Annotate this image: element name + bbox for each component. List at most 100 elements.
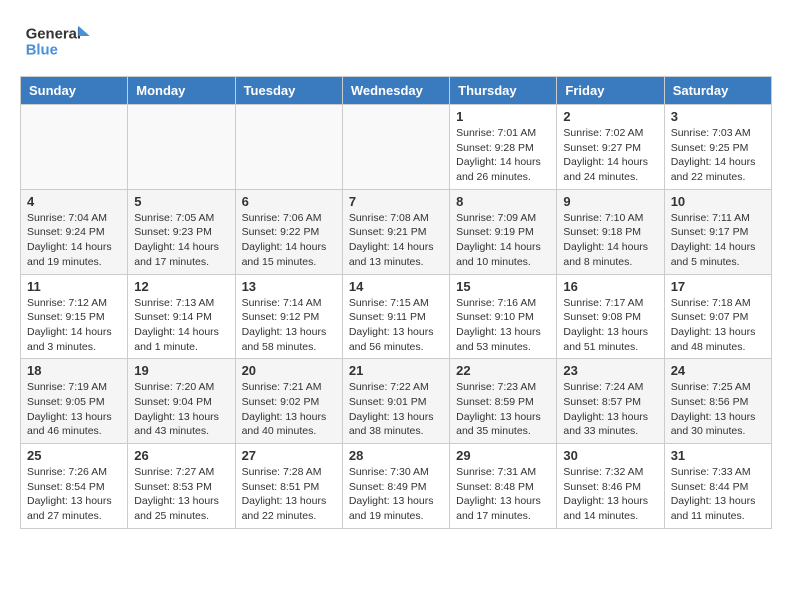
logo-icon: GeneralBlue: [20, 20, 100, 60]
day-number: 21: [349, 363, 443, 378]
day-info: Sunrise: 7:26 AM Sunset: 8:54 PM Dayligh…: [27, 465, 121, 524]
day-info: Sunrise: 7:16 AM Sunset: 9:10 PM Dayligh…: [456, 296, 550, 355]
day-info: Sunrise: 7:17 AM Sunset: 9:08 PM Dayligh…: [563, 296, 657, 355]
day-number: 3: [671, 109, 765, 124]
day-info: Sunrise: 7:21 AM Sunset: 9:02 PM Dayligh…: [242, 380, 336, 439]
calendar-cell: 13 Sunrise: 7:14 AM Sunset: 9:12 PM Dayli…: [235, 274, 342, 359]
weekday-header-thursday: Thursday: [450, 77, 557, 105]
calendar-cell: 24 Sunrise: 7:25 AM Sunset: 8:56 PM Dayli…: [664, 359, 771, 444]
calendar-cell: 11Sunrise: 7:12 AM Sunset: 9:15 PM Dayli…: [21, 274, 128, 359]
day-number: 28: [349, 448, 443, 463]
day-number: 25: [27, 448, 121, 463]
calendar-week-2: 4 Sunrise: 7:04 AM Sunset: 9:24 PM Daylig…: [21, 189, 772, 274]
calendar-cell: 2 Sunrise: 7:02 AM Sunset: 9:27 PM Daylig…: [557, 105, 664, 190]
day-info: Sunrise: 7:20 AM Sunset: 9:04 PM Dayligh…: [134, 380, 228, 439]
day-info: Sunrise: 7:33 AM Sunset: 8:44 PM Dayligh…: [671, 465, 765, 524]
day-number: 13: [242, 279, 336, 294]
day-info: Sunrise: 7:01 AM Sunset: 9:28 PM Dayligh…: [456, 126, 550, 185]
day-number: 17: [671, 279, 765, 294]
calendar-week-3: 11Sunrise: 7:12 AM Sunset: 9:15 PM Dayli…: [21, 274, 772, 359]
day-info: Sunrise: 7:25 AM Sunset: 8:56 PM Dayligh…: [671, 380, 765, 439]
day-info: Sunrise: 7:13 AM Sunset: 9:14 PM Dayligh…: [134, 296, 228, 355]
day-number: 7: [349, 194, 443, 209]
calendar-cell: [235, 105, 342, 190]
calendar-cell: 5Sunrise: 7:05 AM Sunset: 9:23 PM Daylig…: [128, 189, 235, 274]
day-info: Sunrise: 7:30 AM Sunset: 8:49 PM Dayligh…: [349, 465, 443, 524]
calendar-cell: [21, 105, 128, 190]
calendar-cell: 12Sunrise: 7:13 AM Sunset: 9:14 PM Dayli…: [128, 274, 235, 359]
weekday-header-friday: Friday: [557, 77, 664, 105]
day-info: Sunrise: 7:09 AM Sunset: 9:19 PM Dayligh…: [456, 211, 550, 270]
day-info: Sunrise: 7:08 AM Sunset: 9:21 PM Dayligh…: [349, 211, 443, 270]
day-info: Sunrise: 7:14 AM Sunset: 9:12 PM Dayligh…: [242, 296, 336, 355]
day-number: 1: [456, 109, 550, 124]
calendar-cell: 4 Sunrise: 7:04 AM Sunset: 9:24 PM Daylig…: [21, 189, 128, 274]
calendar-cell: 19 Sunrise: 7:20 AM Sunset: 9:04 PM Dayli…: [128, 359, 235, 444]
calendar-week-4: 18 Sunrise: 7:19 AM Sunset: 9:05 PM Dayli…: [21, 359, 772, 444]
day-info: Sunrise: 7:19 AM Sunset: 9:05 PM Dayligh…: [27, 380, 121, 439]
calendar-cell: [342, 105, 449, 190]
calendar-cell: 15 Sunrise: 7:16 AM Sunset: 9:10 PM Dayli…: [450, 274, 557, 359]
calendar-table: SundayMondayTuesdayWednesdayThursdayFrid…: [20, 76, 772, 529]
logo: GeneralBlue: [20, 20, 100, 60]
day-info: Sunrise: 7:24 AM Sunset: 8:57 PM Dayligh…: [563, 380, 657, 439]
day-number: 11: [27, 279, 121, 294]
calendar-cell: 20 Sunrise: 7:21 AM Sunset: 9:02 PM Dayli…: [235, 359, 342, 444]
weekday-header-tuesday: Tuesday: [235, 77, 342, 105]
calendar-cell: 21 Sunrise: 7:22 AM Sunset: 9:01 PM Dayli…: [342, 359, 449, 444]
day-number: 14: [349, 279, 443, 294]
page-header: GeneralBlue: [20, 20, 772, 60]
calendar-cell: 30Sunrise: 7:32 AM Sunset: 8:46 PM Dayli…: [557, 444, 664, 529]
day-info: Sunrise: 7:11 AM Sunset: 9:17 PM Dayligh…: [671, 211, 765, 270]
day-number: 10: [671, 194, 765, 209]
svg-text:Blue: Blue: [26, 42, 58, 58]
calendar-cell: 8 Sunrise: 7:09 AM Sunset: 9:19 PM Daylig…: [450, 189, 557, 274]
calendar-cell: 17 Sunrise: 7:18 AM Sunset: 9:07 PM Dayli…: [664, 274, 771, 359]
calendar-cell: [128, 105, 235, 190]
day-number: 18: [27, 363, 121, 378]
day-number: 2: [563, 109, 657, 124]
weekday-header-wednesday: Wednesday: [342, 77, 449, 105]
weekday-header-row: SundayMondayTuesdayWednesdayThursdayFrid…: [21, 77, 772, 105]
day-info: Sunrise: 7:02 AM Sunset: 9:27 PM Dayligh…: [563, 126, 657, 185]
day-info: Sunrise: 7:10 AM Sunset: 9:18 PM Dayligh…: [563, 211, 657, 270]
calendar-cell: 25 Sunrise: 7:26 AM Sunset: 8:54 PM Dayli…: [21, 444, 128, 529]
calendar-cell: 22 Sunrise: 7:23 AM Sunset: 8:59 PM Dayli…: [450, 359, 557, 444]
day-info: Sunrise: 7:18 AM Sunset: 9:07 PM Dayligh…: [671, 296, 765, 355]
day-info: Sunrise: 7:31 AM Sunset: 8:48 PM Dayligh…: [456, 465, 550, 524]
day-number: 6: [242, 194, 336, 209]
day-info: Sunrise: 7:32 AM Sunset: 8:46 PM Dayligh…: [563, 465, 657, 524]
day-info: Sunrise: 7:15 AM Sunset: 9:11 PM Dayligh…: [349, 296, 443, 355]
day-info: Sunrise: 7:05 AM Sunset: 9:23 PM Dayligh…: [134, 211, 228, 270]
day-number: 22: [456, 363, 550, 378]
calendar-cell: 31 Sunrise: 7:33 AM Sunset: 8:44 PM Dayli…: [664, 444, 771, 529]
day-number: 26: [134, 448, 228, 463]
calendar-cell: 18 Sunrise: 7:19 AM Sunset: 9:05 PM Dayli…: [21, 359, 128, 444]
calendar-cell: 29Sunrise: 7:31 AM Sunset: 8:48 PM Dayli…: [450, 444, 557, 529]
day-number: 27: [242, 448, 336, 463]
day-number: 15: [456, 279, 550, 294]
calendar-week-5: 25 Sunrise: 7:26 AM Sunset: 8:54 PM Dayli…: [21, 444, 772, 529]
day-info: Sunrise: 7:28 AM Sunset: 8:51 PM Dayligh…: [242, 465, 336, 524]
day-number: 19: [134, 363, 228, 378]
day-info: Sunrise: 7:03 AM Sunset: 9:25 PM Dayligh…: [671, 126, 765, 185]
day-number: 4: [27, 194, 121, 209]
weekday-header-monday: Monday: [128, 77, 235, 105]
day-info: Sunrise: 7:22 AM Sunset: 9:01 PM Dayligh…: [349, 380, 443, 439]
day-info: Sunrise: 7:04 AM Sunset: 9:24 PM Dayligh…: [27, 211, 121, 270]
calendar-cell: 3 Sunrise: 7:03 AM Sunset: 9:25 PM Daylig…: [664, 105, 771, 190]
weekday-header-saturday: Saturday: [664, 77, 771, 105]
calendar-cell: 10 Sunrise: 7:11 AM Sunset: 9:17 PM Dayli…: [664, 189, 771, 274]
day-info: Sunrise: 7:23 AM Sunset: 8:59 PM Dayligh…: [456, 380, 550, 439]
calendar-cell: 9Sunrise: 7:10 AM Sunset: 9:18 PM Daylig…: [557, 189, 664, 274]
svg-text:General: General: [26, 26, 81, 42]
day-info: Sunrise: 7:27 AM Sunset: 8:53 PM Dayligh…: [134, 465, 228, 524]
day-number: 24: [671, 363, 765, 378]
day-number: 20: [242, 363, 336, 378]
day-number: 16: [563, 279, 657, 294]
calendar-week-1: 1 Sunrise: 7:01 AM Sunset: 9:28 PM Daylig…: [21, 105, 772, 190]
day-number: 31: [671, 448, 765, 463]
calendar-cell: 1 Sunrise: 7:01 AM Sunset: 9:28 PM Daylig…: [450, 105, 557, 190]
day-number: 8: [456, 194, 550, 209]
calendar-cell: 26 Sunrise: 7:27 AM Sunset: 8:53 PM Dayli…: [128, 444, 235, 529]
